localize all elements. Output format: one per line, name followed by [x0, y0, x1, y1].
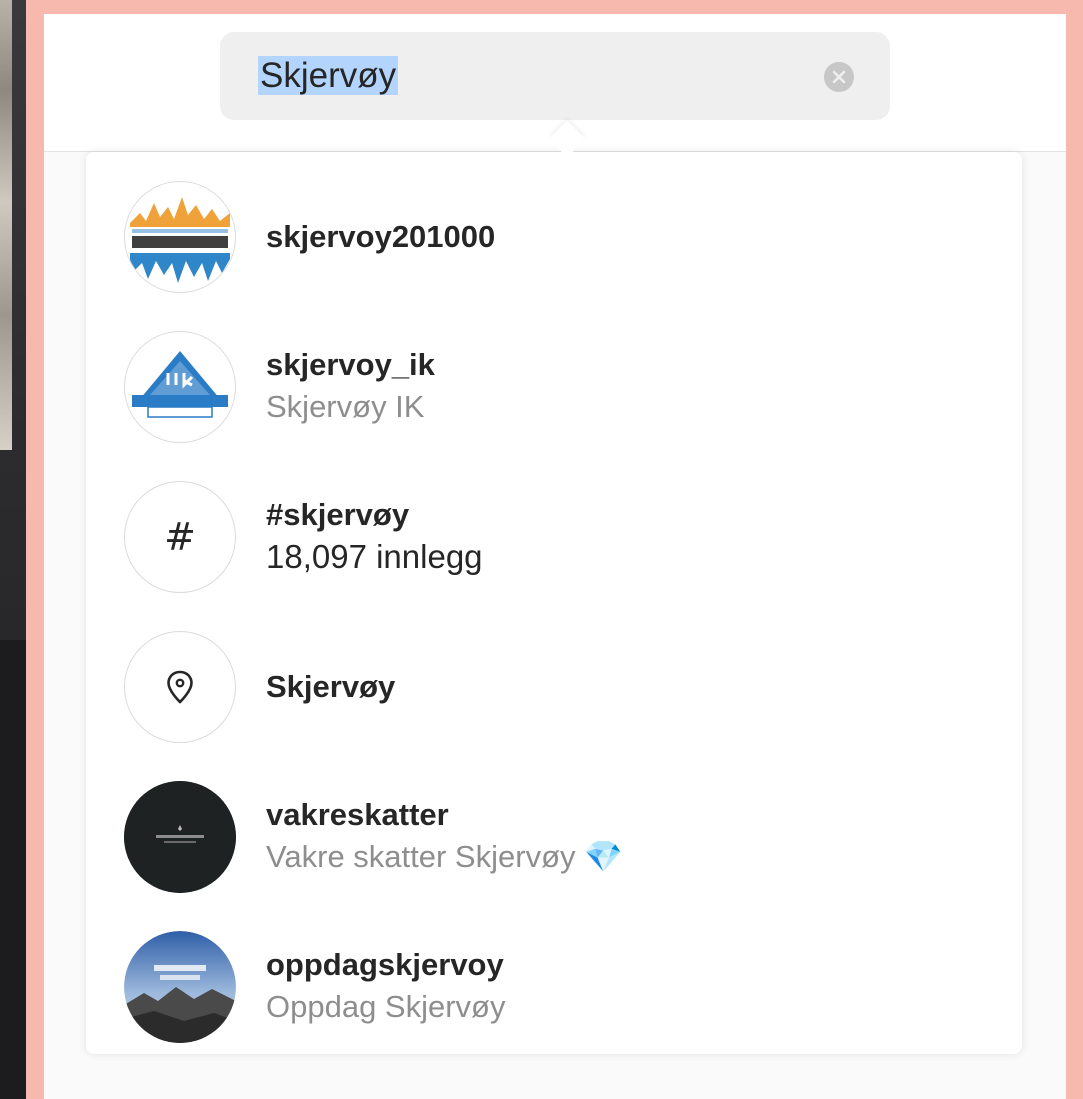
avatar	[124, 631, 236, 743]
skjervoy-20-1000-logo-icon	[126, 183, 234, 291]
avatar	[124, 781, 236, 893]
result-title: Skjervøy	[266, 669, 396, 704]
result-title: skjervoy201000	[266, 219, 496, 254]
result-title: vakreskatter	[266, 797, 449, 832]
sik-club-logo-icon	[126, 333, 234, 441]
result-subtitle: Oppdag Skjervøy	[266, 989, 506, 1024]
result-row-vakreskatter[interactable]: vakreskatter Vakre skatter Skjervøy 💎	[86, 762, 1022, 912]
result-texts: oppdagskjervoy Oppdag Skjervøy	[266, 945, 506, 1029]
result-post-count: 18,097 innlegg	[266, 538, 483, 575]
result-texts: #skjervøy 18,097 innlegg	[266, 495, 483, 579]
result-texts: skjervoy_ik Skjervøy IK	[266, 345, 435, 429]
result-title: oppdagskjervoy	[266, 947, 504, 982]
avatar	[124, 331, 236, 443]
clear-search-button[interactable]	[824, 62, 854, 92]
result-texts: Skjervøy	[266, 667, 395, 707]
result-texts: vakreskatter Vakre skatter Skjervøy 💎	[266, 795, 623, 879]
result-row-hashtag[interactable]: # #skjervøy 18,097 innlegg	[86, 462, 1022, 612]
result-row-skjervoy201000[interactable]: skjervoy201000	[86, 162, 1022, 312]
background-window-thumbnail	[0, 0, 12, 450]
vakre-skatter-logo-icon	[124, 781, 236, 893]
result-texts: skjervoy201000	[266, 217, 495, 257]
oppdag-skjervoy-photo-icon	[124, 931, 236, 1043]
result-row-skjervoy-ik[interactable]: skjervoy_ik Skjervøy IK	[86, 312, 1022, 462]
result-row-place[interactable]: Skjervøy	[86, 612, 1022, 762]
avatar: #	[124, 481, 236, 593]
search-query-selection: Skjervøy	[258, 56, 399, 95]
result-subtitle: Vakre skatter Skjervøy 💎	[266, 839, 623, 874]
app-window: Skjervøy skjervoy201000 skjervoy_ik Skje…	[44, 14, 1066, 1099]
result-title: skjervoy_ik	[266, 347, 435, 382]
background-window-dark-area	[0, 640, 26, 1099]
result-title: #skjervøy	[266, 497, 410, 532]
result-row-oppdagskjervoy[interactable]: oppdagskjervoy Oppdag Skjervøy	[86, 912, 1022, 1054]
results-list: skjervoy201000 skjervoy_ik Skjervøy IK #…	[86, 162, 1022, 1054]
avatar	[124, 181, 236, 293]
background-window-strip	[0, 0, 26, 1099]
avatar	[124, 931, 236, 1043]
search-query-text[interactable]: Skjervøy	[258, 54, 399, 98]
search-input[interactable]: Skjervøy	[220, 32, 890, 120]
close-icon	[832, 70, 846, 84]
location-pin-icon	[167, 670, 193, 704]
search-results-dropdown: skjervoy201000 skjervoy_ik Skjervøy IK #…	[86, 152, 1022, 1054]
result-subtitle: Skjervøy IK	[266, 389, 425, 424]
hash-icon: #	[164, 515, 196, 559]
